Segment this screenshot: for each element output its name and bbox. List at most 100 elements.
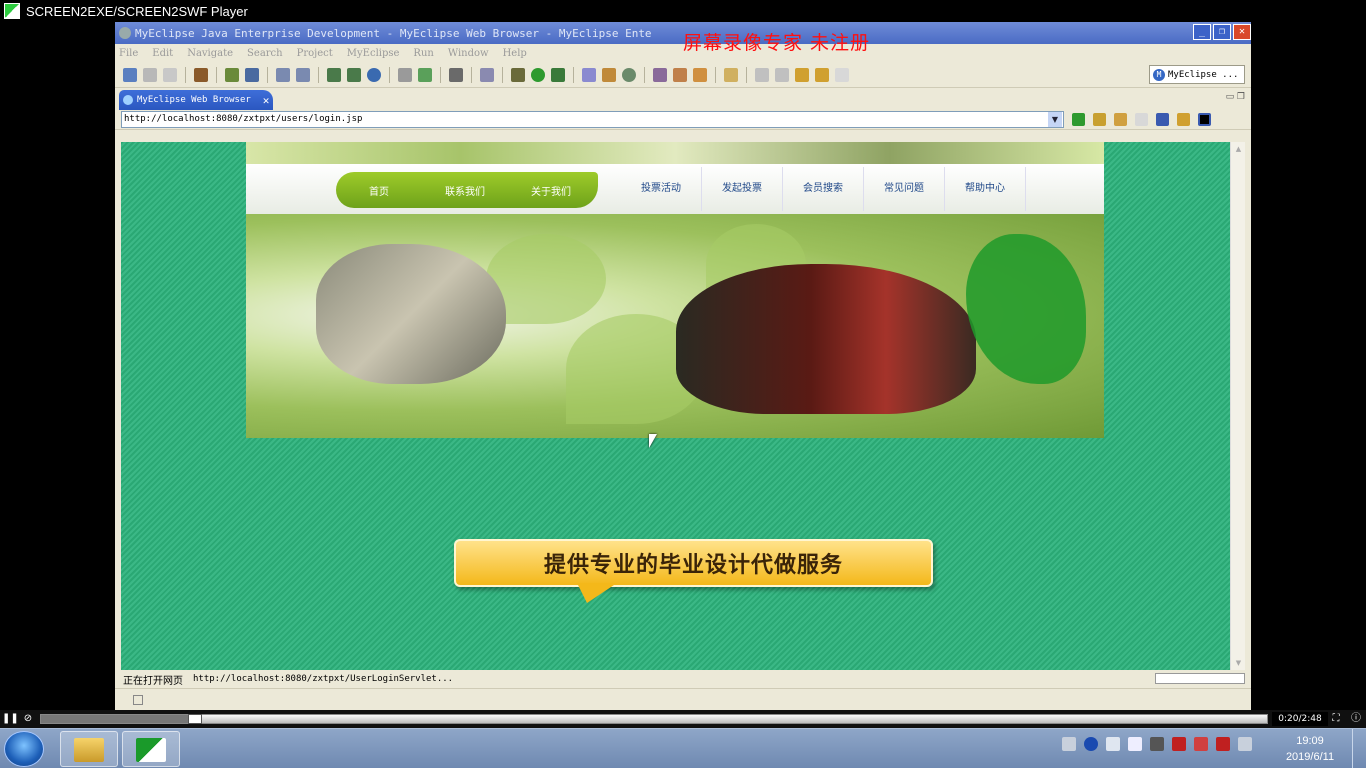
menu-file[interactable]: File [119,48,138,59]
next-annotation-icon[interactable] [755,67,769,82]
world-map-image [966,234,1086,384]
silver-car-image [316,244,506,384]
nav-faq[interactable]: 常见问题 [864,167,945,211]
no-sound-icon[interactable]: ⊘ [20,712,36,726]
scroll-down-icon[interactable]: ▼ [1231,656,1246,670]
monitor-icon[interactable] [449,67,463,82]
browser-globe-icon [123,95,133,105]
db-icon[interactable] [327,67,341,82]
deploy-icon[interactable] [225,67,239,82]
signal-icon[interactable] [1238,737,1252,751]
status-text: 正在打开网页 [123,675,183,687]
nav-start-vote[interactable]: 发起投票 [702,167,783,211]
start-button-icon[interactable] [4,731,44,767]
refresh-icon[interactable] [622,67,636,82]
nav-home[interactable]: 首页 [336,183,422,198]
globe-icon[interactable] [367,67,381,82]
toolbar-separator [267,66,268,83]
nav-member-search[interactable]: 会员搜索 [783,167,864,211]
toolbar-separator [644,66,645,83]
browser-refresh-icon[interactable] [1177,113,1190,126]
bookmark-icon[interactable] [1093,113,1106,126]
open-resource-icon[interactable] [602,67,616,82]
browser-forward-icon[interactable] [1135,113,1148,126]
nav-about[interactable]: 关于我们 [508,183,594,198]
nav-help[interactable]: 帮助中心 [945,167,1026,211]
taskbar-explorer[interactable] [60,731,118,767]
menu-project[interactable]: Project [297,48,333,59]
show-desktop-button[interactable] [1352,729,1366,768]
fullscreen-icon[interactable]: ⛶ [1328,712,1344,726]
perspective-switcher[interactable]: M MyEclipse ... [1149,65,1245,84]
server-icon[interactable] [245,67,259,82]
wizard2-icon[interactable] [296,67,310,82]
keyboard-icon[interactable] [1062,737,1076,751]
profile-icon[interactable] [551,67,565,82]
save-icon[interactable] [143,67,157,82]
browser-viewport: 首页 联系我们 关于我们 投票活动 发起投票 会员搜索 常见问题 帮助中心 提供… [121,142,1230,670]
debug-icon[interactable] [511,67,525,82]
help-icon[interactable] [1084,737,1098,751]
scroll-up-icon[interactable]: ▲ [1231,142,1246,156]
clock-date: 2019/6/11 [1285,751,1335,763]
view-minmax-icon[interactable]: ▭ ❐ [1226,92,1245,102]
volume-muted-icon[interactable] [1194,737,1208,751]
taskbar-clock[interactable]: 19:09 2019/6/11 [1280,733,1340,765]
ext-tools-icon[interactable] [480,67,494,82]
folder-icon[interactable] [724,67,738,82]
security-icon[interactable] [1172,737,1186,751]
info-icon[interactable]: ⓘ [1348,712,1364,726]
menu-myeclipse[interactable]: MyEclipse [347,48,400,59]
taskbar-player[interactable] [122,731,180,767]
url-input[interactable]: http://localhost:8080/zxtpxt/users/login… [121,111,1064,128]
restore-icon[interactable]: ❐ [1213,24,1231,40]
close-icon[interactable]: ✕ [1233,24,1251,40]
stop-icon[interactable] [1156,113,1169,126]
menu-window[interactable]: Window [448,48,489,59]
browser-scrollbar[interactable]: ▲ ▼ [1230,142,1245,670]
wizard-icon[interactable] [276,67,290,82]
ad-banner[interactable]: 提供专业的毕业设计代做服务 [454,539,933,587]
new-icon[interactable] [123,67,137,82]
nav-vote-activity[interactable]: 投票活动 [621,167,702,211]
url-dropdown-icon[interactable]: ▼ [1048,112,1062,127]
search-icon[interactable] [653,67,667,82]
last-edit-icon[interactable] [795,67,809,82]
fast-view-icon[interactable] [133,695,143,705]
plugin-icon[interactable] [693,67,707,82]
menu-navigate[interactable]: Navigate [187,48,233,59]
tab-close-icon[interactable]: ✕ [263,94,270,107]
flag-icon[interactable] [1216,737,1230,751]
show-hidden-icon[interactable] [1128,737,1142,751]
tool-icon[interactable] [673,67,687,82]
seek-thumb[interactable] [188,714,203,724]
mouse-cursor-icon [649,434,657,448]
pause-icon[interactable]: ❚❚ [2,712,19,726]
back-icon[interactable] [815,67,829,82]
menu-search[interactable]: Search [247,48,283,59]
tray-pin-icon[interactable] [1106,737,1120,751]
db2-icon[interactable] [347,67,361,82]
menu-run[interactable]: Run [413,48,433,59]
nav-contact[interactable]: 联系我们 [422,183,508,198]
tab-web-browser[interactable]: MyEclipse Web Browser ✕ [119,90,273,110]
seek-bar[interactable] [40,714,1268,724]
run-icon[interactable] [531,67,545,82]
eclipse-title: MyEclipse Java Enterprise Development - … [135,26,652,40]
toolbar-separator [318,66,319,83]
browser-back-icon[interactable] [1114,113,1127,126]
menu-edit[interactable]: Edit [152,48,173,59]
prev-annotation-icon[interactable] [775,67,789,82]
go-icon[interactable] [1072,113,1085,126]
menu-help[interactable]: Help [503,48,527,59]
minimize-icon[interactable]: _ [1193,24,1211,40]
open-type-icon[interactable] [582,67,596,82]
clock-time: 19:09 [1296,735,1324,747]
browser-settings-icon[interactable] [1198,113,1211,126]
run-config-icon[interactable] [418,67,432,82]
forward-icon[interactable] [835,67,849,82]
package-icon[interactable] [194,67,208,82]
print-icon[interactable] [163,67,177,82]
network-device-icon[interactable] [1150,737,1164,751]
cut-icon[interactable] [398,67,412,82]
